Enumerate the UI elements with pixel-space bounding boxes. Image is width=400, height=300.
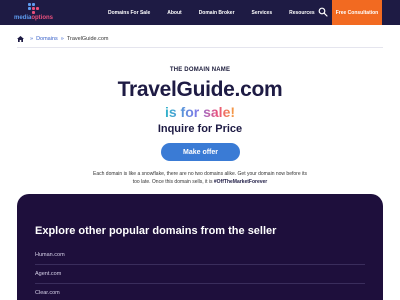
breadcrumb-link-domains[interactable]: Domains <box>36 36 58 42</box>
breadcrumb-current: TravelGuide.com <box>66 36 109 42</box>
search-icon[interactable] <box>318 7 328 17</box>
for-sale-text: is for sale! <box>164 104 236 120</box>
breadcrumb: » Domains » TravelGuide.com <box>17 36 109 42</box>
popular-domains-panel: Explore other popular domains from the s… <box>17 194 383 300</box>
row-divider <box>35 264 365 265</box>
logo-mark-icon <box>28 3 39 14</box>
row-divider <box>35 283 365 284</box>
make-offer-button[interactable]: Make offer <box>161 143 240 161</box>
domain-title: TravelGuide.com <box>117 78 283 101</box>
logo-text-left: media <box>14 15 32 21</box>
divider <box>17 47 383 48</box>
breadcrumb-separator-icon: » <box>30 36 34 42</box>
description-text: Each domain is like a snowflake, there a… <box>90 170 310 186</box>
nav-item-domains-for-sale[interactable]: Domains For Sale <box>108 10 150 16</box>
nav-item-resources[interactable]: Resources <box>289 10 315 16</box>
main-menu: Domains For Sale About Domain Broker Ser… <box>100 0 315 25</box>
breadcrumb-separator-icon: » <box>60 36 64 42</box>
logo-text: mediaoptions <box>14 15 53 21</box>
domain-link-human[interactable]: Human.com <box>35 252 365 262</box>
domain-link-clear[interactable]: Clear.com <box>35 290 365 300</box>
nav-item-about[interactable]: About <box>167 10 181 16</box>
inquire-heading: Inquire for Price <box>157 123 243 135</box>
logo-text-right: options <box>31 15 54 21</box>
for-sale-heading: is for sale! <box>0 104 400 120</box>
eyebrow-label: THE DOMAIN NAME <box>169 67 231 73</box>
top-navigation: mediaoptions Domains For Sale About Doma… <box>0 0 400 25</box>
hashtag-link[interactable]: #OffTheMarketForever <box>214 179 267 185</box>
nav-item-services[interactable]: Services <box>252 10 273 16</box>
free-consultation-button[interactable]: Free Consultation <box>332 0 382 25</box>
description-body: Each domain is like a snowflake, there a… <box>93 171 307 185</box>
panel-title: Explore other popular domains from the s… <box>35 225 277 237</box>
logo[interactable]: mediaoptions <box>14 3 64 23</box>
home-icon[interactable] <box>17 36 24 42</box>
nav-item-domain-broker[interactable]: Domain Broker <box>199 10 235 16</box>
domain-link-agent[interactable]: Agent.com <box>35 271 365 281</box>
